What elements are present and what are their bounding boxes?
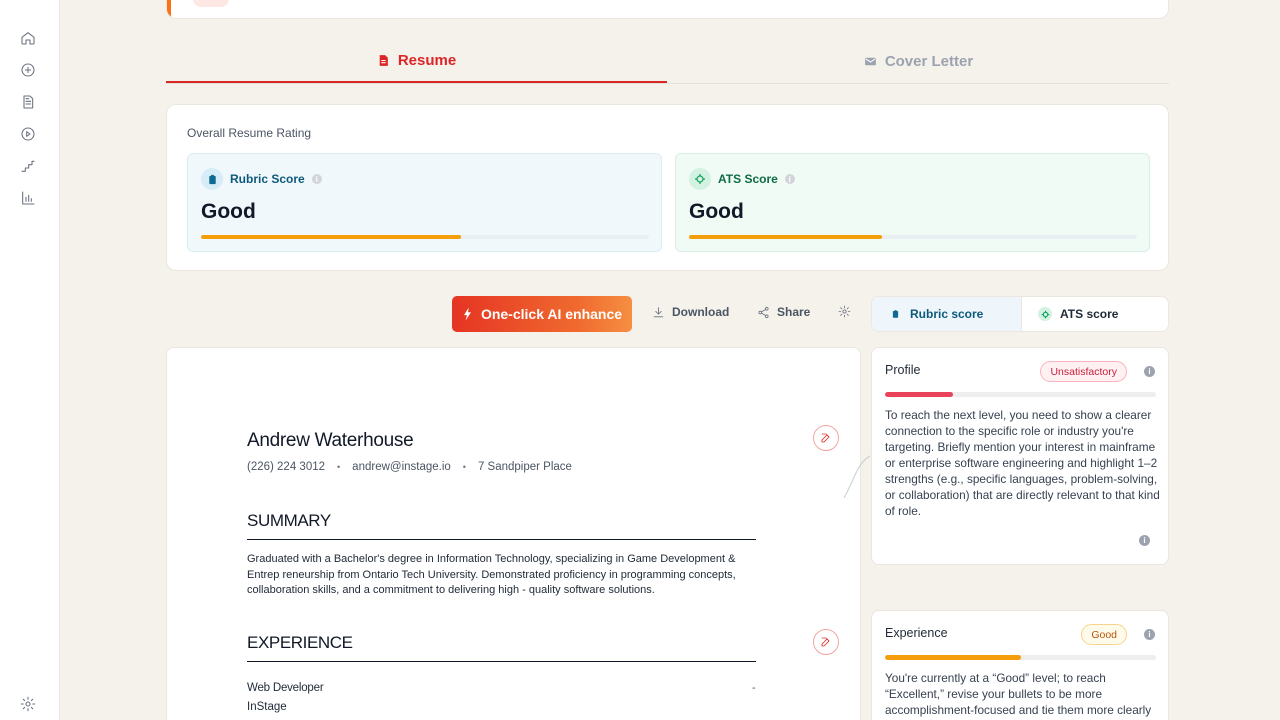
job-dates: - bbox=[752, 682, 756, 694]
download-label: Download bbox=[672, 305, 730, 319]
ats-score-box: ATS Score i Good bbox=[675, 153, 1150, 252]
rubric-score-box: Rubric Score i Good bbox=[187, 153, 662, 252]
rubric-score-header: Rubric Score i bbox=[201, 168, 322, 190]
gear-icon[interactable] bbox=[19, 695, 37, 713]
rubric-score-toggle[interactable]: Rubric score bbox=[872, 297, 1021, 331]
ats-toggle-label: ATS score bbox=[1060, 307, 1119, 321]
feedback-progress-fill bbox=[885, 655, 1021, 660]
download-icon bbox=[653, 306, 664, 317]
status-badge: Good bbox=[1081, 624, 1127, 645]
tab-resume[interactable]: Resume bbox=[166, 40, 667, 83]
resume-phone: (226) 224 3012 bbox=[247, 461, 326, 473]
rubric-toggle-label: Rubric score bbox=[910, 307, 984, 321]
rubric-score-value: Good bbox=[201, 200, 256, 223]
rating-title: Overall Resume Rating bbox=[187, 126, 312, 140]
stairs-icon[interactable] bbox=[19, 157, 37, 175]
resume-address: 7 Sandpiper Place bbox=[477, 461, 572, 473]
sidebar bbox=[0, 0, 60, 720]
bar-chart-icon[interactable] bbox=[19, 189, 37, 207]
contact-separator: • bbox=[462, 462, 466, 472]
feedback-connector bbox=[843, 455, 871, 499]
plus-circle-icon[interactable] bbox=[19, 61, 37, 79]
edit-experience-button[interactable] bbox=[813, 629, 839, 655]
edit-profile-button[interactable] bbox=[813, 425, 839, 451]
profile-feedback-card: Profile Unsatisfactory i To reach the ne… bbox=[871, 347, 1169, 565]
crosshair-icon bbox=[1038, 307, 1052, 321]
status-badge: Unsatisfactory bbox=[1040, 361, 1127, 382]
rubric-progress-bar bbox=[201, 235, 649, 239]
feedback-progress-fill bbox=[885, 392, 953, 397]
edit-icon bbox=[821, 433, 830, 443]
feedback-title: Profile bbox=[885, 363, 921, 377]
gear-icon bbox=[838, 305, 851, 318]
ats-score-value: Good bbox=[689, 200, 744, 223]
experience-heading: EXPERIENCE bbox=[247, 633, 756, 662]
home-icon[interactable] bbox=[19, 29, 37, 47]
envelope-icon bbox=[864, 57, 876, 66]
summary-text: Graduated with a Bachelor's degree in In… bbox=[247, 553, 736, 596]
ai-enhance-label: One-click AI enhance bbox=[480, 306, 623, 322]
play-circle-icon[interactable] bbox=[19, 125, 37, 143]
resume-document: Andrew Waterhouse (226) 224 3012 • andre… bbox=[166, 347, 861, 720]
ats-score-toggle[interactable]: ATS score bbox=[1021, 297, 1168, 331]
rubric-score-label: Rubric Score bbox=[230, 172, 305, 186]
resume-email: andrew@instage.io bbox=[352, 461, 451, 473]
crosshair-icon bbox=[689, 168, 711, 190]
ats-progress-fill bbox=[689, 235, 882, 239]
score-type-toggle: Rubric score ATS score bbox=[871, 296, 1169, 332]
info-icon[interactable]: i bbox=[1144, 366, 1155, 377]
lightning-icon bbox=[463, 307, 471, 321]
job-company: InStage bbox=[247, 701, 287, 713]
edit-icon bbox=[821, 637, 830, 647]
job-info-card bbox=[166, 0, 1169, 19]
file-icon bbox=[379, 55, 388, 66]
settings-button[interactable] bbox=[838, 305, 851, 318]
document-icon[interactable] bbox=[19, 93, 37, 111]
share-icon bbox=[758, 306, 769, 318]
contact-separator: • bbox=[337, 462, 341, 472]
status-pill bbox=[193, 0, 229, 7]
card-accent-bar bbox=[167, 0, 171, 18]
tab-cover-letter-label: Cover Letter bbox=[884, 53, 974, 70]
feedback-text: To reach the next level, you need to sho… bbox=[885, 408, 1160, 518]
feedback-title: Experience bbox=[885, 626, 948, 640]
ats-score-header: ATS Score i bbox=[689, 168, 795, 190]
feedback-text: You're currently at a “Good” level; to r… bbox=[885, 671, 1152, 717]
info-icon[interactable]: i bbox=[1144, 629, 1155, 640]
info-icon[interactable]: i bbox=[784, 174, 795, 184]
job-title: Web Developer bbox=[247, 682, 324, 694]
ats-progress-bar bbox=[689, 235, 1137, 239]
ai-enhance-button[interactable]: One-click AI enhance bbox=[452, 296, 632, 332]
clipboard-icon bbox=[201, 168, 223, 190]
share-button[interactable]: Share bbox=[757, 305, 810, 319]
ats-score-label: ATS Score bbox=[718, 172, 778, 186]
resume-contact: (226) 224 3012 • andrew@instage.io • 7 S… bbox=[247, 461, 572, 473]
tab-cover-letter[interactable]: Cover Letter bbox=[668, 40, 1169, 83]
tab-resume-label: Resume bbox=[397, 52, 457, 69]
summary-heading: SUMMARY bbox=[247, 511, 756, 540]
overall-rating-card: Overall Resume Rating Rubric Score i Goo… bbox=[166, 104, 1169, 271]
document-tabs: Resume Cover Letter bbox=[166, 40, 1169, 84]
info-icon[interactable]: i bbox=[1139, 535, 1150, 546]
feedback-progress-bar bbox=[885, 392, 1156, 397]
share-label: Share bbox=[777, 305, 811, 319]
clipboard-icon bbox=[888, 307, 902, 321]
info-icon[interactable]: i bbox=[311, 174, 322, 184]
resume-name: Andrew Waterhouse bbox=[247, 430, 414, 451]
experience-feedback-card: Experience Good i You're currently at a … bbox=[871, 610, 1169, 720]
rubric-progress-fill bbox=[201, 235, 461, 239]
feedback-progress-bar bbox=[885, 655, 1156, 660]
download-button[interactable]: Download bbox=[652, 305, 729, 319]
